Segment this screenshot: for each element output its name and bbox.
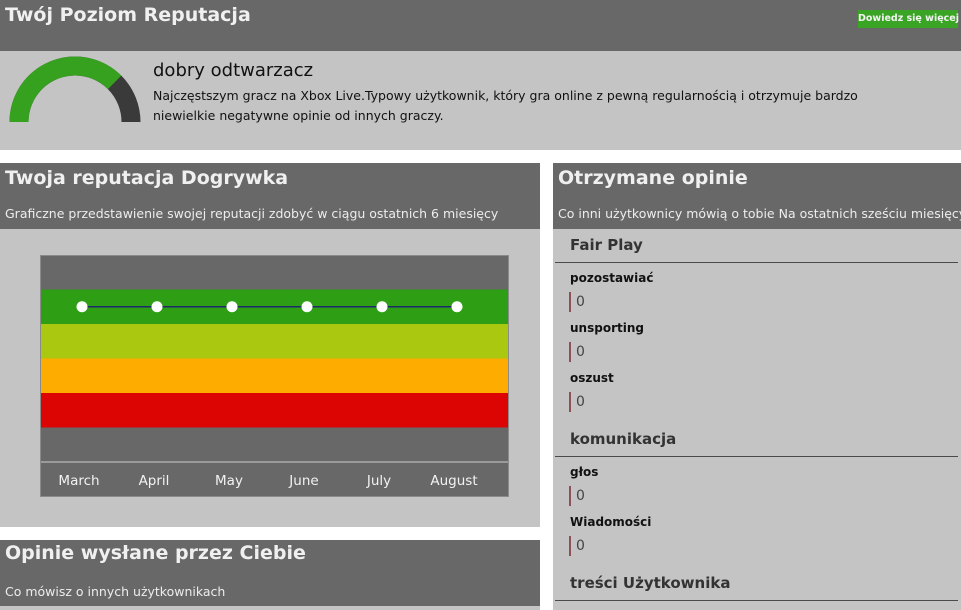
reputation-level-name: dobry odtwarzacz: [153, 60, 314, 81]
gauge-fill: [9, 56, 122, 123]
feedback-count-messages: 0: [569, 536, 585, 556]
reputation-history-subtitle: Graficzne przedstawienie swojej reputacj…: [5, 206, 499, 221]
category-user-content: treści Użytkownika: [555, 571, 958, 601]
reputation-point-july: [376, 301, 388, 313]
reputation-point-april: [151, 301, 163, 313]
received-opinions-title: Otrzymane opinie: [558, 167, 748, 189]
feedback-label-quit: pozostawiać: [570, 271, 654, 285]
month-tick-label: July: [366, 473, 391, 489]
received-opinions-panel: Otrzymane opinie Co inni użytkownicy mów…: [553, 163, 961, 610]
feedback-count-voice: 0: [569, 486, 585, 506]
sent-opinions-header: Opinie wysłane przez Ciebie Co mówisz o …: [0, 540, 540, 606]
reputation-band-5: [40, 255, 509, 290]
reputation-point-august: [451, 301, 463, 313]
category-fair-play: Fair Play: [555, 233, 958, 263]
reputation-point-june: [301, 301, 313, 313]
reputation-gauge: [9, 56, 141, 123]
feedback-label-voice: głos: [570, 465, 599, 479]
reputation-level-panel: Twój Poziom Reputacja Dowiedz się więcej…: [0, 0, 961, 150]
category-user-content-label: treści Użytkownika: [570, 574, 731, 592]
month-tick-label: April: [139, 473, 170, 489]
feedback-label-messages: Wiadomości: [570, 515, 652, 529]
feedback-count-cheater: 0: [569, 392, 585, 412]
feedback-label-cheater: oszust: [570, 371, 614, 385]
received-opinions-header: Otrzymane opinie Co inni użytkownicy mów…: [553, 163, 961, 229]
reputation-point-may: [226, 301, 238, 313]
sent-opinions-panel: Opinie wysłane przez Ciebie Co mówisz o …: [0, 540, 540, 610]
reputation-band-3: [40, 324, 509, 359]
category-fair-play-label: Fair Play: [570, 236, 643, 254]
reputation-band-0: [40, 427, 509, 462]
month-tick-label: March: [58, 473, 99, 489]
category-communication: komunikacja: [555, 427, 958, 457]
reputation-level-title: Twój Poziom Reputacja: [5, 4, 251, 26]
feedback-label-unsporting: unsporting: [570, 321, 644, 335]
reputation-level-description: Najczęstszym gracz na Xbox Live.Typowy u…: [153, 88, 858, 123]
feedback-count-unsporting: 0: [569, 342, 585, 362]
reputation-level-header: Twój Poziom Reputacja Dowiedz się więcej: [0, 0, 961, 51]
sent-opinions-title: Opinie wysłane przez Ciebie: [5, 542, 306, 564]
month-tick-label: August: [430, 473, 477, 489]
learn-more-button[interactable]: Dowiedz się więcej: [858, 10, 959, 28]
feedback-count-quit: 0: [569, 292, 585, 312]
category-communication-label: komunikacja: [570, 430, 677, 448]
reputation-band-2: [40, 358, 509, 393]
sent-opinions-subtitle: Co mówisz o innych użytkownikach: [5, 584, 226, 599]
reputation-point-march: [76, 301, 88, 313]
reputation-band-1: [40, 393, 509, 428]
month-tick-label: June: [288, 473, 318, 489]
reputation-history-header: Twoja reputacja Dogrywka Graficzne przed…: [0, 163, 540, 229]
received-opinions-subtitle: Co inni użytkownicy mówią o tobie Na ost…: [558, 206, 961, 221]
reputation-history-title: Twoja reputacja Dogrywka: [5, 167, 289, 189]
reputation-chart: March April May June July August: [40, 255, 509, 497]
month-tick-label: May: [215, 473, 243, 489]
